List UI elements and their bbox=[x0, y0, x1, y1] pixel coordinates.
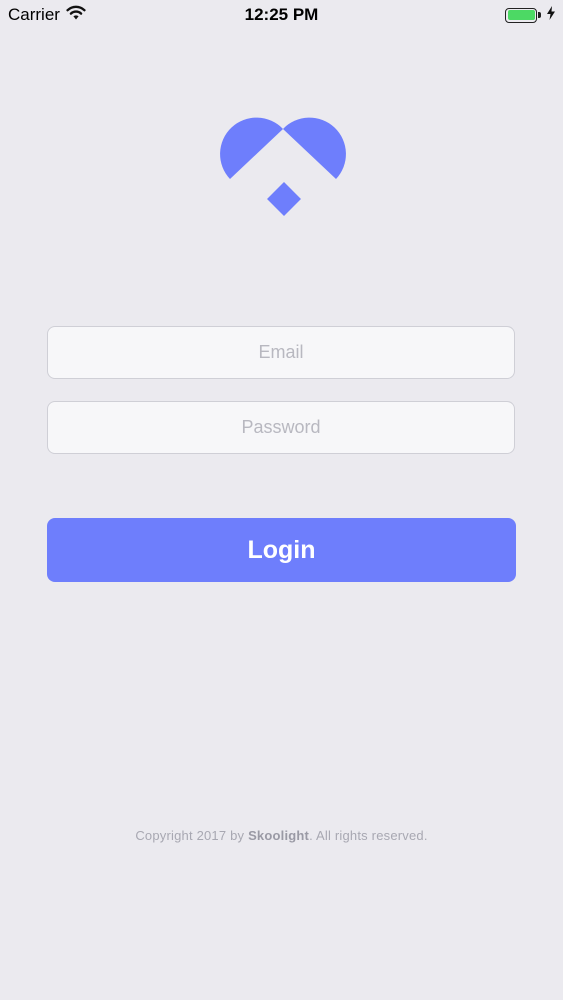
status-bar: Carrier 12:25 PM bbox=[0, 0, 563, 30]
copyright-prefix: Copyright 2017 by bbox=[135, 828, 249, 843]
battery-icon bbox=[505, 7, 541, 23]
logo-right-lobe bbox=[283, 117, 346, 179]
logo-left-lobe bbox=[220, 117, 283, 179]
copyright-suffix: . All rights reserved. bbox=[309, 828, 428, 843]
status-left: Carrier bbox=[8, 5, 86, 25]
copyright-text: Copyright 2017 by Skoolight. All rights … bbox=[0, 828, 563, 843]
login-button[interactable]: Login bbox=[47, 518, 516, 582]
logo-diamond bbox=[267, 182, 301, 216]
charging-icon bbox=[547, 5, 555, 25]
heart-logo-icon bbox=[217, 113, 349, 221]
brand-name: Skoolight bbox=[248, 828, 310, 843]
password-field[interactable] bbox=[47, 401, 515, 454]
battery-cap bbox=[538, 12, 541, 18]
email-field[interactable] bbox=[47, 326, 515, 379]
battery-fill bbox=[507, 10, 535, 20]
wifi-icon bbox=[66, 5, 86, 25]
carrier-label: Carrier bbox=[8, 5, 60, 24]
status-right bbox=[505, 5, 555, 25]
